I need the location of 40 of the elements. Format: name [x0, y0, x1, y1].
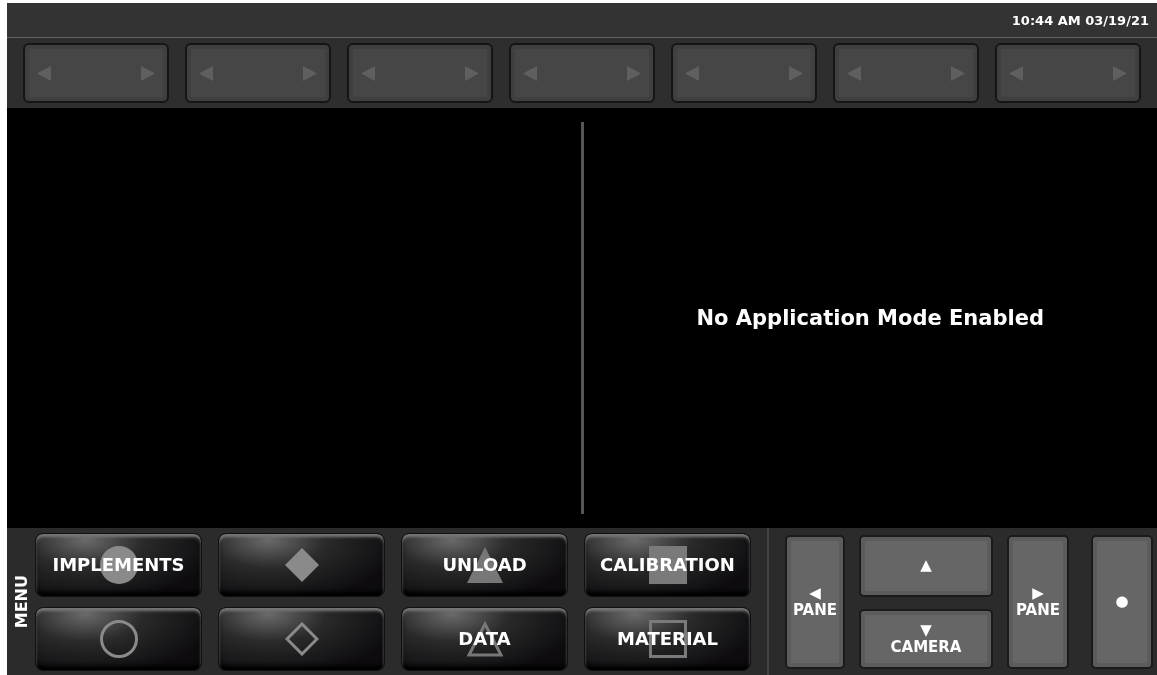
left-triangle-icon — [199, 65, 213, 81]
selector-button[interactable] — [509, 43, 655, 103]
camera-down-button[interactable]: ▼ CAMERA — [859, 608, 993, 669]
selector-button[interactable] — [185, 43, 331, 103]
menu-button[interactable]: CALIBRATION — [584, 532, 751, 597]
menu-button[interactable] — [218, 606, 385, 671]
right-triangle-icon — [627, 65, 641, 81]
pane-left-button[interactable]: ◀ PANE — [785, 534, 845, 669]
pane-right-button[interactable]: ▶ PANE — [1007, 534, 1069, 669]
menu-button[interactable]: MATERIAL — [584, 606, 751, 671]
menu-button[interactable]: IMPLEMENTS — [35, 532, 202, 597]
left-triangle-icon — [847, 65, 861, 81]
camera-up-button[interactable]: ▲ — [859, 534, 993, 597]
status-message: No Application Mode Enabled — [696, 306, 1044, 330]
right-triangle-icon — [789, 65, 803, 81]
right-triangle-icon — [303, 65, 317, 81]
menu-button[interactable] — [218, 532, 385, 597]
selector-button[interactable] — [995, 43, 1141, 103]
menu-label: MENU — [10, 574, 32, 629]
right-triangle-icon — [141, 65, 155, 81]
selector-button[interactable] — [671, 43, 817, 103]
right-triangle-icon — [1113, 65, 1127, 81]
circle-outline-icon — [99, 619, 138, 658]
right-triangle-icon — [465, 65, 479, 81]
menu-button[interactable]: DATA — [401, 606, 568, 671]
diamond-icon — [284, 547, 319, 582]
diamond-outline-icon — [284, 621, 319, 656]
left-triangle-icon — [37, 65, 51, 81]
menu-button[interactable]: UNLOAD — [401, 532, 568, 597]
record-button[interactable]: ● — [1091, 534, 1153, 669]
right-triangle-icon — [951, 65, 965, 81]
left-triangle-icon — [361, 65, 375, 81]
menu-button[interactable] — [35, 606, 202, 671]
left-triangle-icon — [685, 65, 699, 81]
left-triangle-icon — [1009, 65, 1023, 81]
selector-button[interactable] — [347, 43, 493, 103]
left-triangle-icon — [523, 65, 537, 81]
selector-button[interactable] — [23, 43, 169, 103]
selector-button[interactable] — [833, 43, 979, 103]
clock-text: 10:44 AM 03/19/21 — [1011, 12, 1149, 28]
